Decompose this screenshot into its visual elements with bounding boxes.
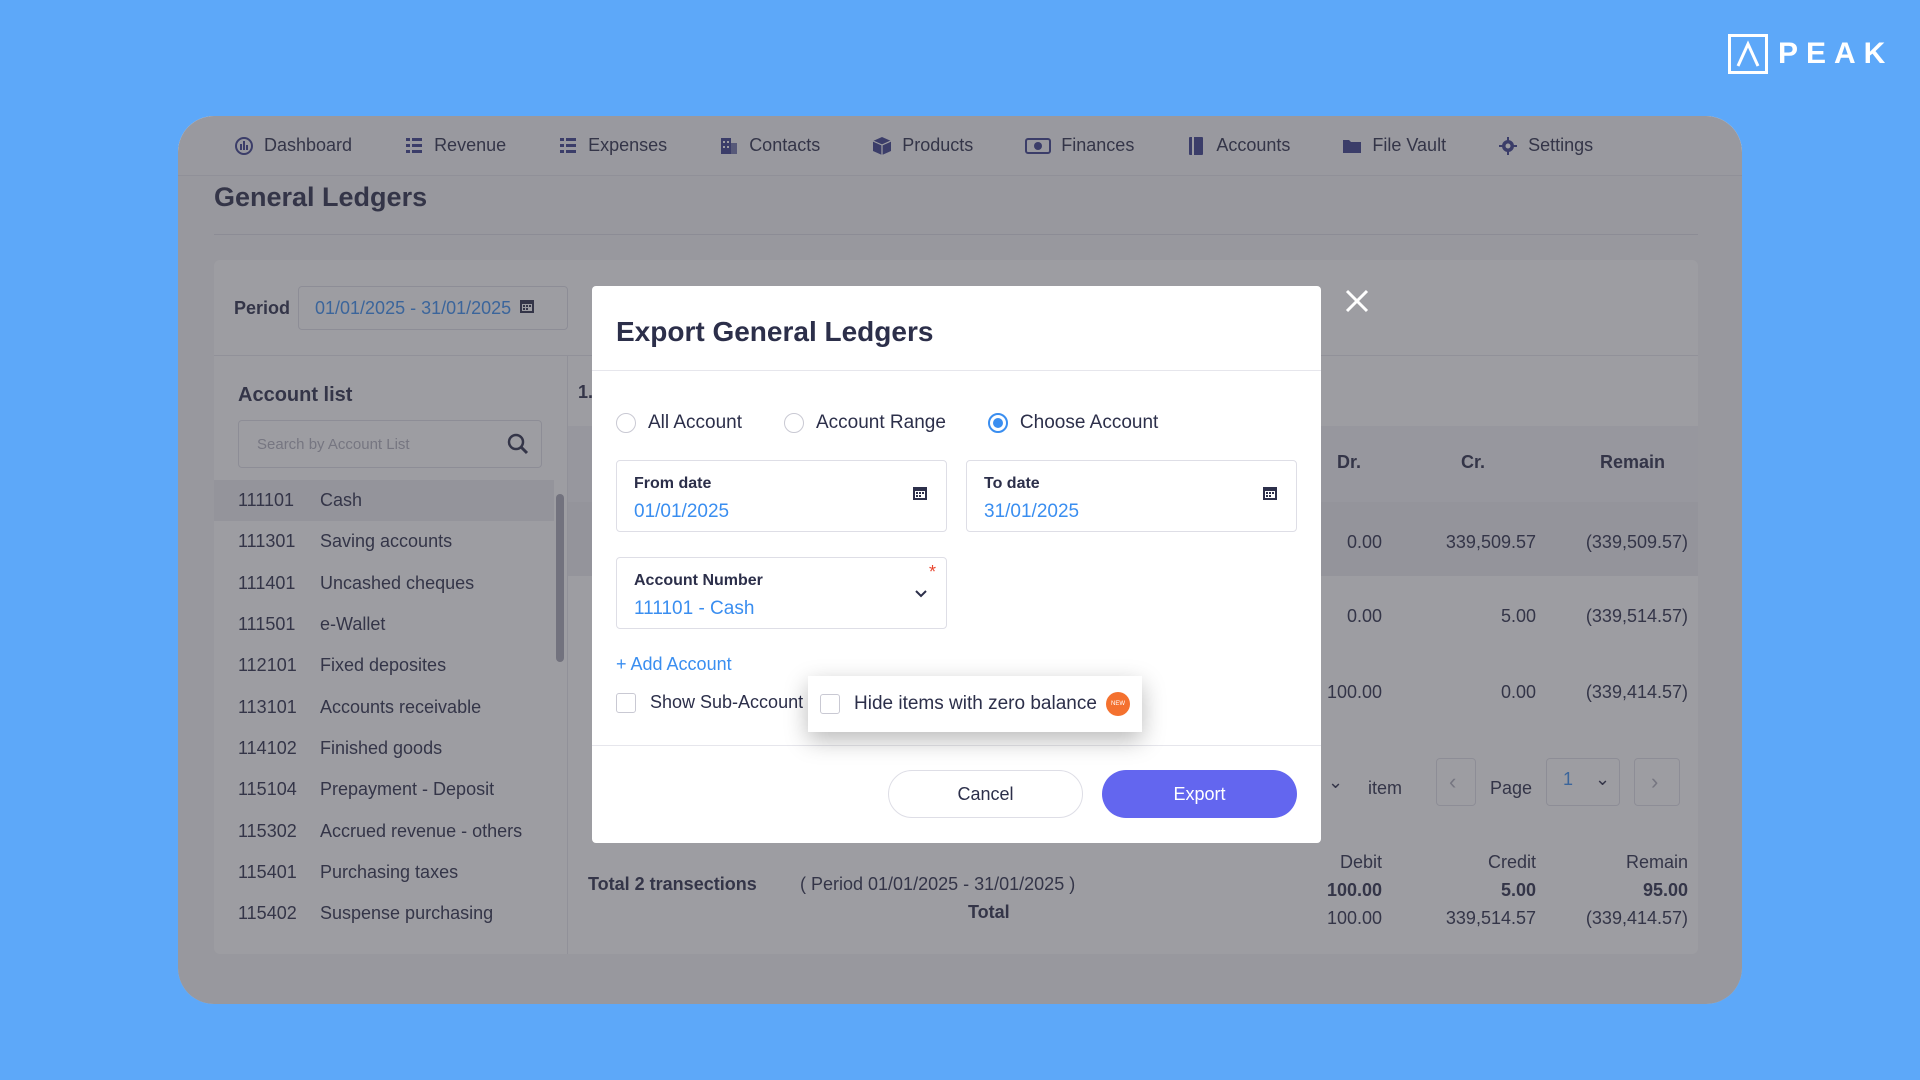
cancel-button[interactable]: Cancel [888, 770, 1083, 818]
to-date-label: To date [984, 475, 1040, 492]
from-date-value: 01/01/2025 [634, 501, 730, 522]
radio-account-range[interactable]: Account Range [784, 412, 946, 434]
required-mark: * [928, 562, 936, 582]
account-scope-radios: All Account Account Range Choose Account [616, 412, 1200, 434]
account-number-label: Account Number [634, 572, 763, 589]
radio-label: All Account [648, 412, 742, 433]
modal-footer-divider [592, 745, 1321, 746]
new-badge: NEW [1106, 692, 1130, 716]
checkbox-label: Hide items with zero balance [854, 693, 1097, 714]
peak-logo: PEAK [1728, 34, 1893, 74]
peak-logo-mark [1728, 34, 1768, 74]
to-date-field[interactable]: To date 31/01/2025 [966, 460, 1297, 532]
radio-all-account[interactable]: All Account [616, 412, 742, 434]
from-date-field[interactable]: From date 01/01/2025 [616, 460, 947, 532]
radio-label: Account Range [816, 412, 946, 433]
calendar-icon[interactable] [1262, 485, 1278, 506]
modal-divider [592, 370, 1321, 371]
to-date-value: 31/01/2025 [984, 501, 1080, 522]
checkbox-label: Show Sub-Account [650, 692, 804, 712]
checkbox[interactable] [820, 694, 840, 714]
radio-button-selected[interactable] [987, 413, 1008, 433]
chevron-down-icon [914, 586, 928, 604]
export-button[interactable]: Export [1102, 770, 1297, 818]
add-account-link[interactable]: + Add Account [616, 654, 732, 675]
radio-label: Choose Account [1019, 412, 1159, 433]
radio-button[interactable] [784, 413, 804, 433]
show-sub-account-checkbox[interactable]: Show Sub-Account [616, 692, 803, 713]
peak-logo-text: PEAK [1778, 37, 1894, 70]
radio-choose-account[interactable]: Choose Account [987, 412, 1159, 434]
account-number-select[interactable]: * Account Number 111101 - Cash [616, 557, 947, 629]
export-modal: Export General Ledgers All Account Accou… [592, 286, 1321, 843]
calendar-icon[interactable] [912, 485, 928, 506]
radio-button[interactable] [616, 413, 636, 433]
checkbox[interactable] [616, 692, 636, 713]
hide-zero-balance-checkbox[interactable]: Hide items with zero balance NEW [808, 676, 1142, 732]
close-icon[interactable] [1342, 286, 1372, 316]
from-date-label: From date [634, 475, 712, 492]
account-number-value: 111101 - Cash [634, 598, 755, 619]
modal-title: Export General Ledgers [616, 316, 934, 347]
